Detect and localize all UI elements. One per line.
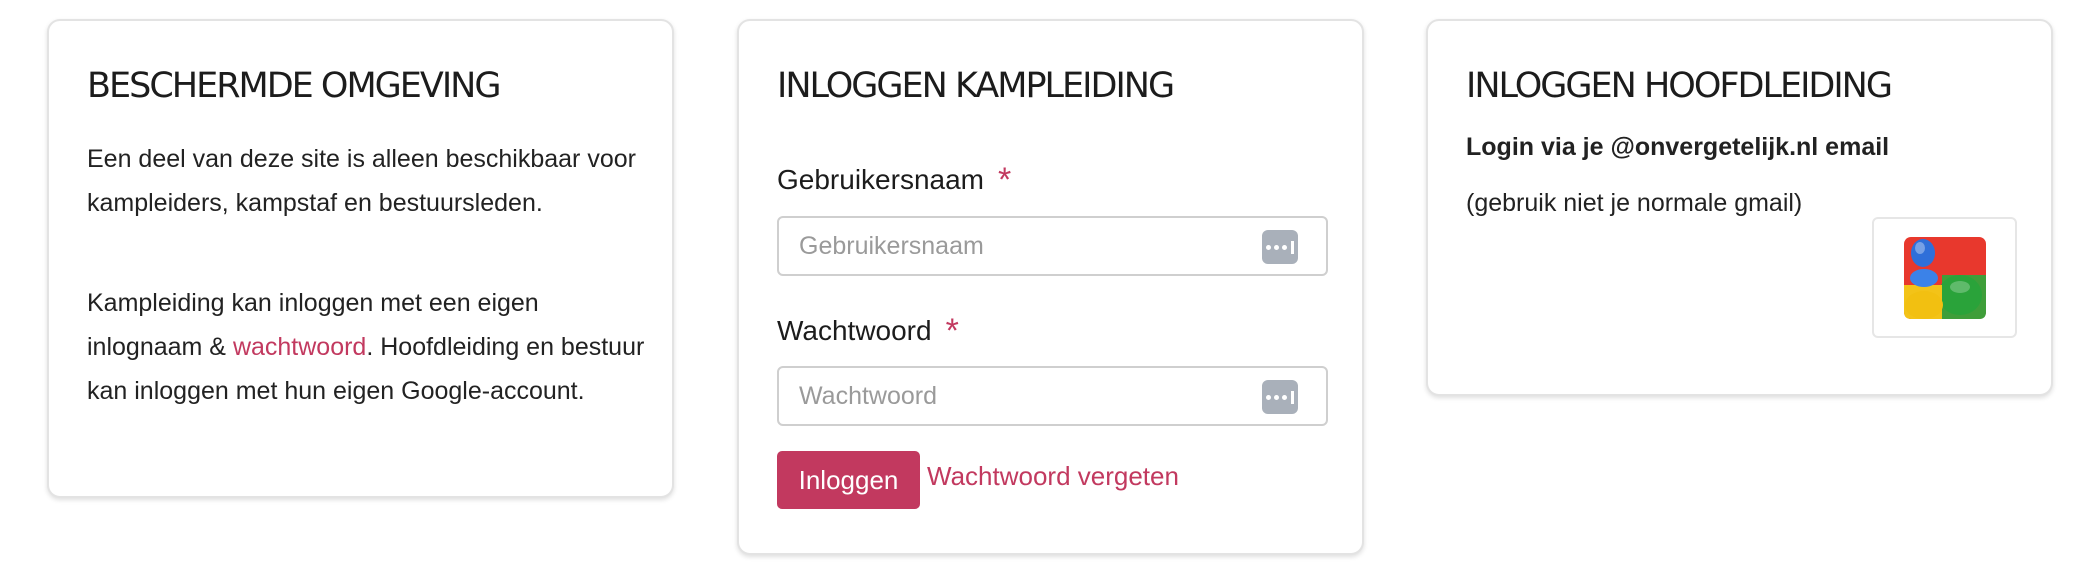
username-input[interactable] [779,218,1326,274]
password-input[interactable] [779,368,1326,424]
password-required-marker: * [945,312,959,350]
google-logo-icon [1904,237,1986,319]
password-manager-icon[interactable] [1262,380,1298,414]
gmail-note: (gebruik niet je normale gmail) [1466,189,1803,217]
username-label: Gebruikersnaam * [777,159,1012,199]
head-login-title: INLOGGEN HOOFDLEIDING [1466,66,1893,106]
password-label: Wachtwoord * [777,310,959,350]
protected-area-intro: Een deel van deze site is alleen beschik… [87,145,636,217]
camp-login-card: INLOGGEN KAMPLEIDING Gebruikersnaam * Wac… [737,19,1364,555]
head-login-card: INLOGGEN HOOFDLEIDING Login via je @onve… [1426,19,2053,396]
password-field-wrapper [777,366,1328,426]
password-label-text: Wachtwoord [777,315,932,346]
login-button[interactable]: Inloggen [777,451,920,509]
protected-area-card: BESCHERMDE OMGEVING Een deel van deze si… [47,19,674,498]
password-info-link[interactable]: wachtwoord [233,333,366,361]
protected-area-title: BESCHERMDE OMGEVING [87,66,501,106]
password-manager-icon[interactable] [1262,230,1298,264]
username-label-text: Gebruikersnaam [777,164,984,195]
google-login-button[interactable] [1872,217,2017,338]
forgot-password-link[interactable]: Wachtwoord vergeten [927,461,1179,492]
username-required-marker: * [997,161,1012,199]
protected-area-login-info: Kampleiding kan inloggen met een eigen i… [87,281,647,413]
camp-login-title: INLOGGEN KAMPLEIDING [777,66,1175,106]
username-field-wrapper [777,216,1328,276]
login-via-text: Login via je @onvergetelijk.nl email [1466,133,1890,161]
